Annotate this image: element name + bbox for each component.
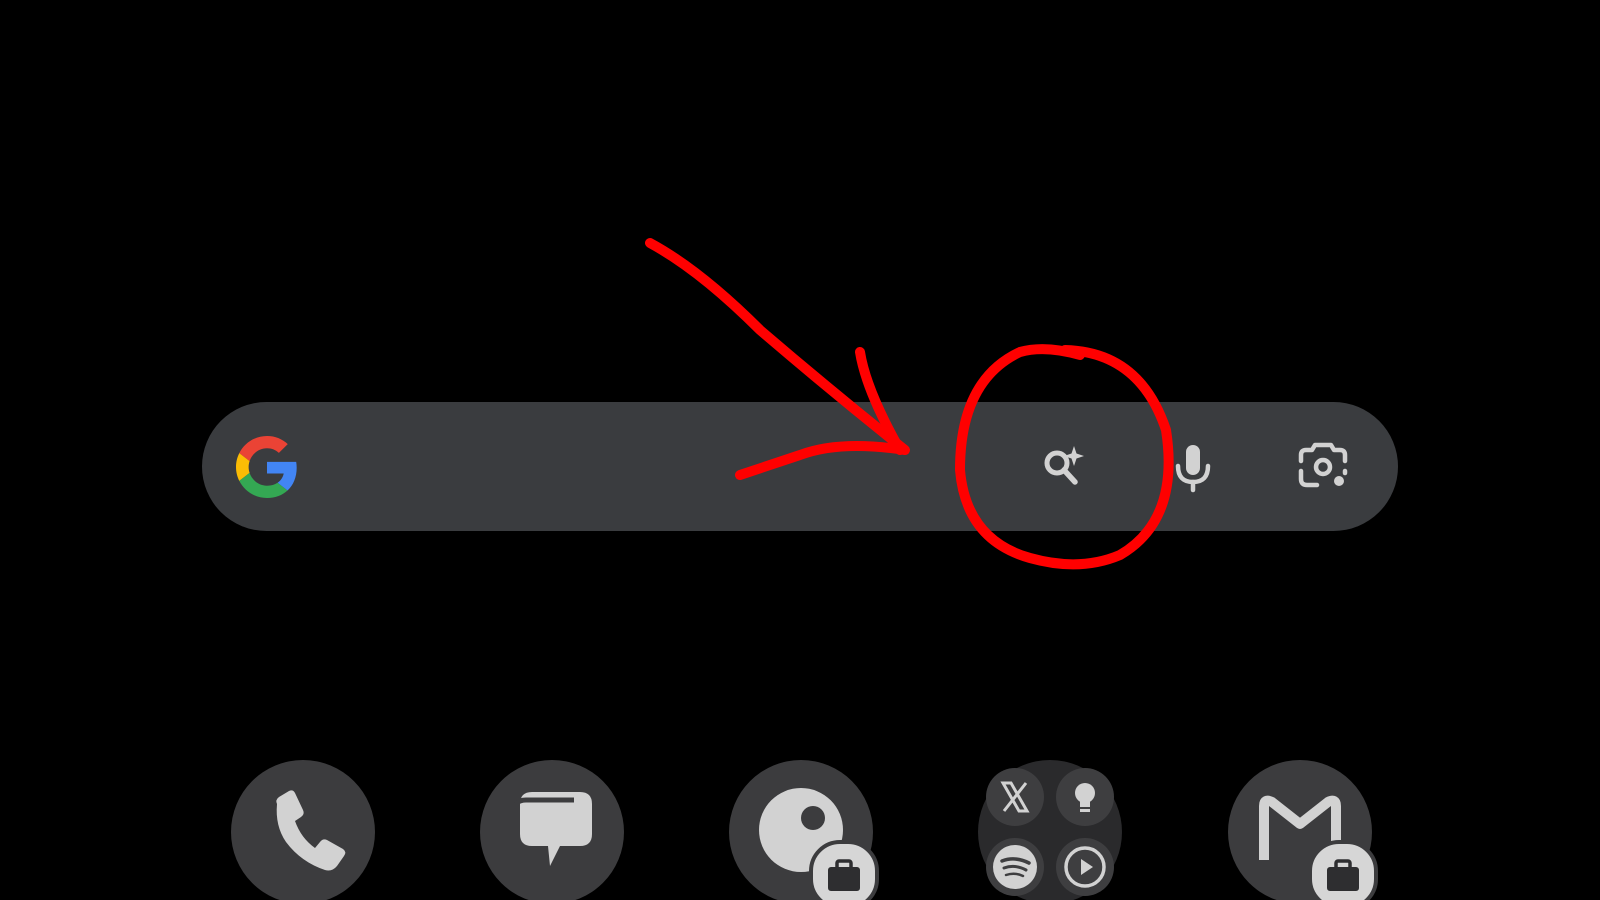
spotify-icon <box>993 845 1037 889</box>
chat-app[interactable] <box>729 760 879 900</box>
app-folder[interactable] <box>978 760 1122 900</box>
play-circle-icon <box>1064 846 1106 888</box>
phone-app[interactable] <box>231 760 375 900</box>
lightbulb-icon <box>1075 783 1095 812</box>
work-badge <box>809 840 879 900</box>
x-logo-icon <box>1000 781 1030 813</box>
folder-app-x <box>986 768 1044 826</box>
ai-mode-button[interactable] <box>1026 430 1100 504</box>
google-g-icon <box>236 436 297 498</box>
gmail-app[interactable] <box>1228 760 1378 900</box>
voice-search-button[interactable] <box>1156 430 1230 504</box>
work-briefcase-icon <box>828 859 860 891</box>
google-lens-button[interactable] <box>1286 430 1360 504</box>
google-search-bar[interactable] <box>202 402 1398 531</box>
search-sparkle-icon <box>1044 446 1084 485</box>
folder-app-spotify <box>986 838 1044 896</box>
phone-icon <box>276 790 346 871</box>
home-screen <box>0 0 1600 900</box>
messages-app[interactable] <box>480 760 624 900</box>
mic-icon <box>1175 445 1211 493</box>
work-badge <box>1308 840 1378 900</box>
folder-app-play <box>1056 838 1114 896</box>
camera-lens-icon <box>1298 442 1348 488</box>
message-bubble-icon <box>511 792 592 866</box>
work-briefcase-icon <box>1327 859 1359 891</box>
folder-app-keep <box>1056 768 1114 826</box>
